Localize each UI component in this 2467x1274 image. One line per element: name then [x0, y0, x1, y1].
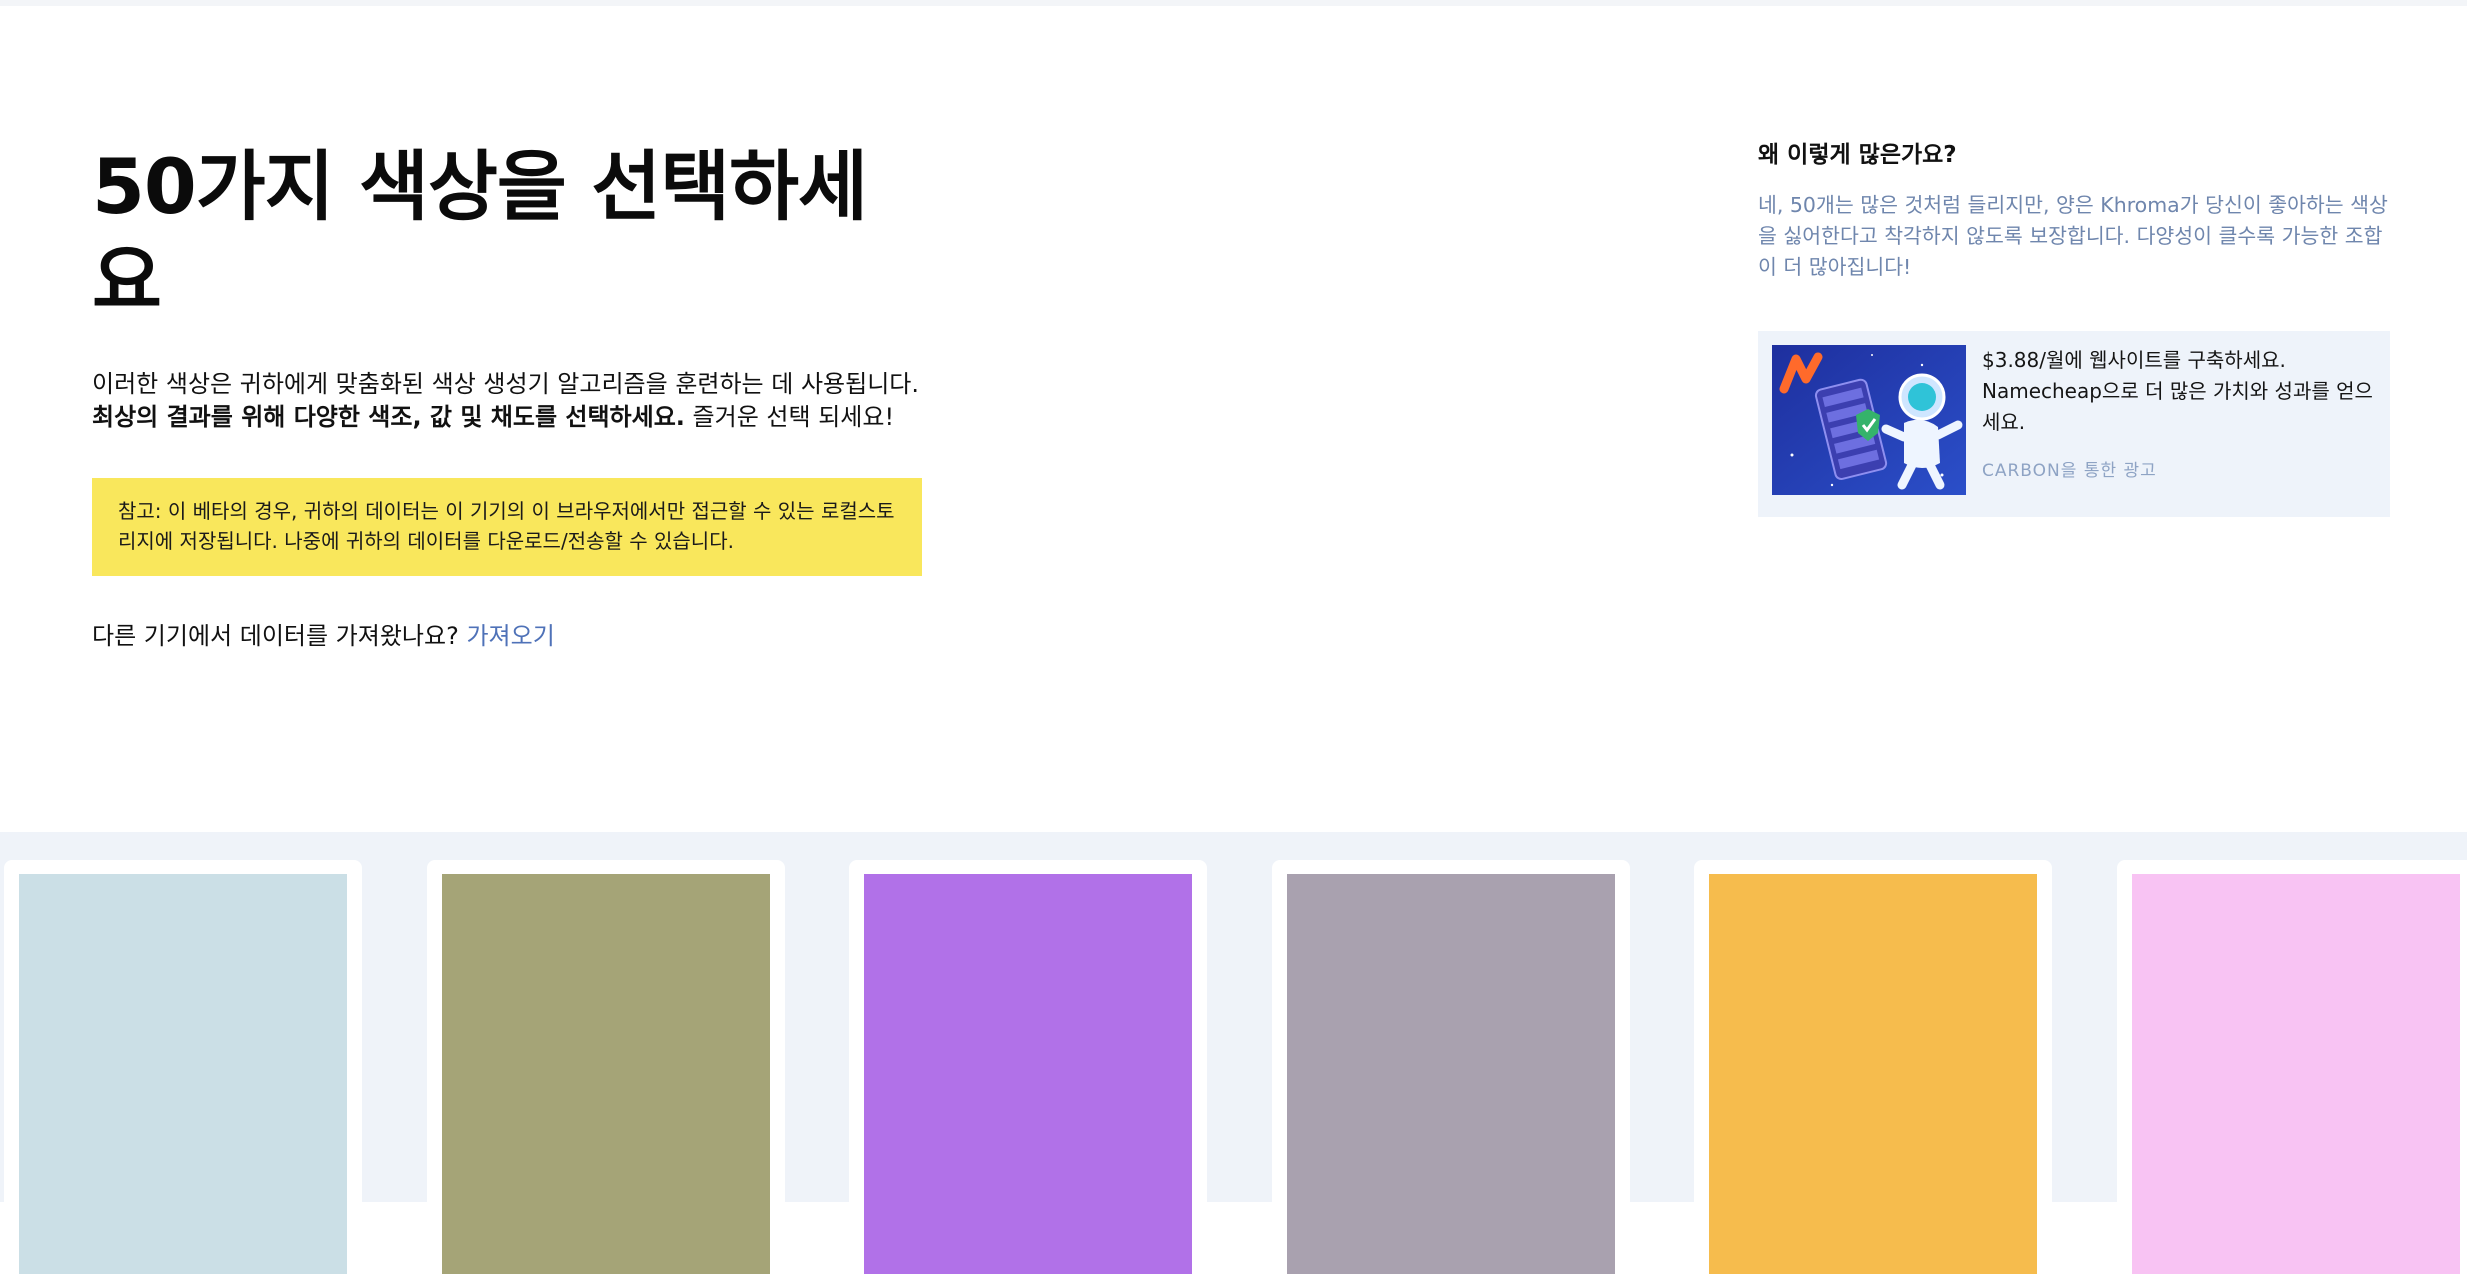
import-link[interactable]: 가져오기: [466, 622, 554, 650]
intro-text-bold: 최상의 결과를 위해 다양한 색조, 값 및 채도를 선택하세요.: [92, 403, 685, 431]
side-panel: 왜 이렇게 많은가요? 네, 50개는 많은 것처럼 들리지만, 양은 Khro…: [1758, 140, 2390, 517]
color-swatch[interactable]: [2132, 874, 2460, 1274]
color-swatch[interactable]: [1709, 874, 2037, 1274]
ad-via-label[interactable]: CARBON을 통한 광고: [1982, 456, 2376, 481]
color-swatch-card[interactable]: [1272, 860, 1630, 1274]
top-border: [0, 0, 2467, 6]
color-swatch-card[interactable]: [849, 860, 1207, 1274]
side-heading: 왜 이렇게 많은가요?: [1758, 142, 1957, 168]
color-swatch-card[interactable]: [1694, 860, 2052, 1274]
color-swatch[interactable]: [19, 874, 347, 1274]
import-prompt: 다른 기기에서 데이터를 가져왔나요?: [92, 622, 467, 650]
swatch-area: [0, 832, 2467, 1202]
intro-text-part1: 이러한 색상은 귀하에게 맞춤화된 색상 생성기 알고리즘을 훈련하는 데 사용…: [92, 370, 920, 398]
color-swatch-card[interactable]: [427, 860, 785, 1274]
carbon-ad[interactable]: $3.88/월에 웹사이트를 구축하세요. Namecheap으로 더 많은 가…: [1758, 331, 2390, 517]
intro-text-part2: 즐거운 선택 되세요!: [684, 403, 895, 431]
intro-section: 50가지 색상을 선택하세요 이러한 색상은 귀하에게 맞춤화된 색상 생성기 …: [92, 140, 922, 652]
intro-description: 이러한 색상은 귀하에게 맞춤화된 색상 생성기 알고리즘을 훈련하는 데 사용…: [92, 368, 922, 434]
color-swatch-card[interactable]: [2117, 860, 2467, 1274]
ad-illustration-icon[interactable]: [1772, 345, 1966, 495]
beta-note: 참고: 이 베타의 경우, 귀하의 데이터는 이 기기의 이 브라우저에서만 접…: [92, 478, 922, 576]
ad-body: $3.88/월에 웹사이트를 구축하세요. Namecheap으로 더 많은 가…: [1982, 345, 2376, 495]
color-swatch[interactable]: [442, 874, 770, 1274]
color-swatch[interactable]: [1287, 874, 1615, 1274]
import-line: 다른 기기에서 데이터를 가져왔나요? 가져오기: [92, 620, 922, 652]
color-swatch[interactable]: [864, 874, 1192, 1274]
page-title: 50가지 색상을 선택하세요: [92, 142, 868, 325]
side-text: 네, 50개는 많은 것처럼 들리지만, 양은 Khroma가 당신이 좋아하는…: [1758, 193, 2388, 279]
color-swatch-card[interactable]: [4, 860, 362, 1274]
ad-text[interactable]: $3.88/월에 웹사이트를 구축하세요. Namecheap으로 더 많은 가…: [1982, 345, 2376, 438]
